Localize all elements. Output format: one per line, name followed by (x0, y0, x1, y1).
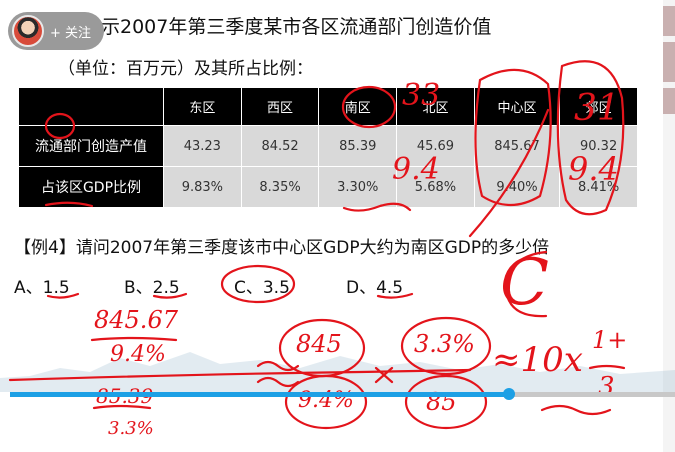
ink-text-layer: 33 9.4 31 9.4 C 845.67 9.4% 85.39 3.3% 8… (0, 0, 675, 452)
progress-handle[interactable] (503, 388, 515, 400)
avatar[interactable] (12, 15, 44, 47)
ink-note: 9.4% (110, 342, 166, 367)
follow-button[interactable]: + 关注 (50, 22, 91, 41)
ink-note: 3.3% (414, 330, 475, 358)
ink-note: 1+ (592, 326, 628, 354)
ink-note: 845 (296, 330, 342, 358)
ink-note: 3 (598, 372, 615, 402)
progress-played[interactable] (10, 392, 507, 397)
ink-note: 33 (402, 78, 441, 113)
ink-note: 3.3% (108, 418, 154, 439)
ink-note: 31 (574, 88, 620, 129)
follow-pill[interactable]: + 关注 (8, 12, 104, 50)
ink-note: ≈10x (492, 340, 583, 380)
ink-note: 9.4 (568, 150, 619, 188)
ink-note: 9.4 (392, 152, 440, 187)
ink-note: 845.67 (94, 306, 178, 334)
ink-answer: C (500, 246, 549, 320)
progress-remaining[interactable] (507, 392, 675, 397)
